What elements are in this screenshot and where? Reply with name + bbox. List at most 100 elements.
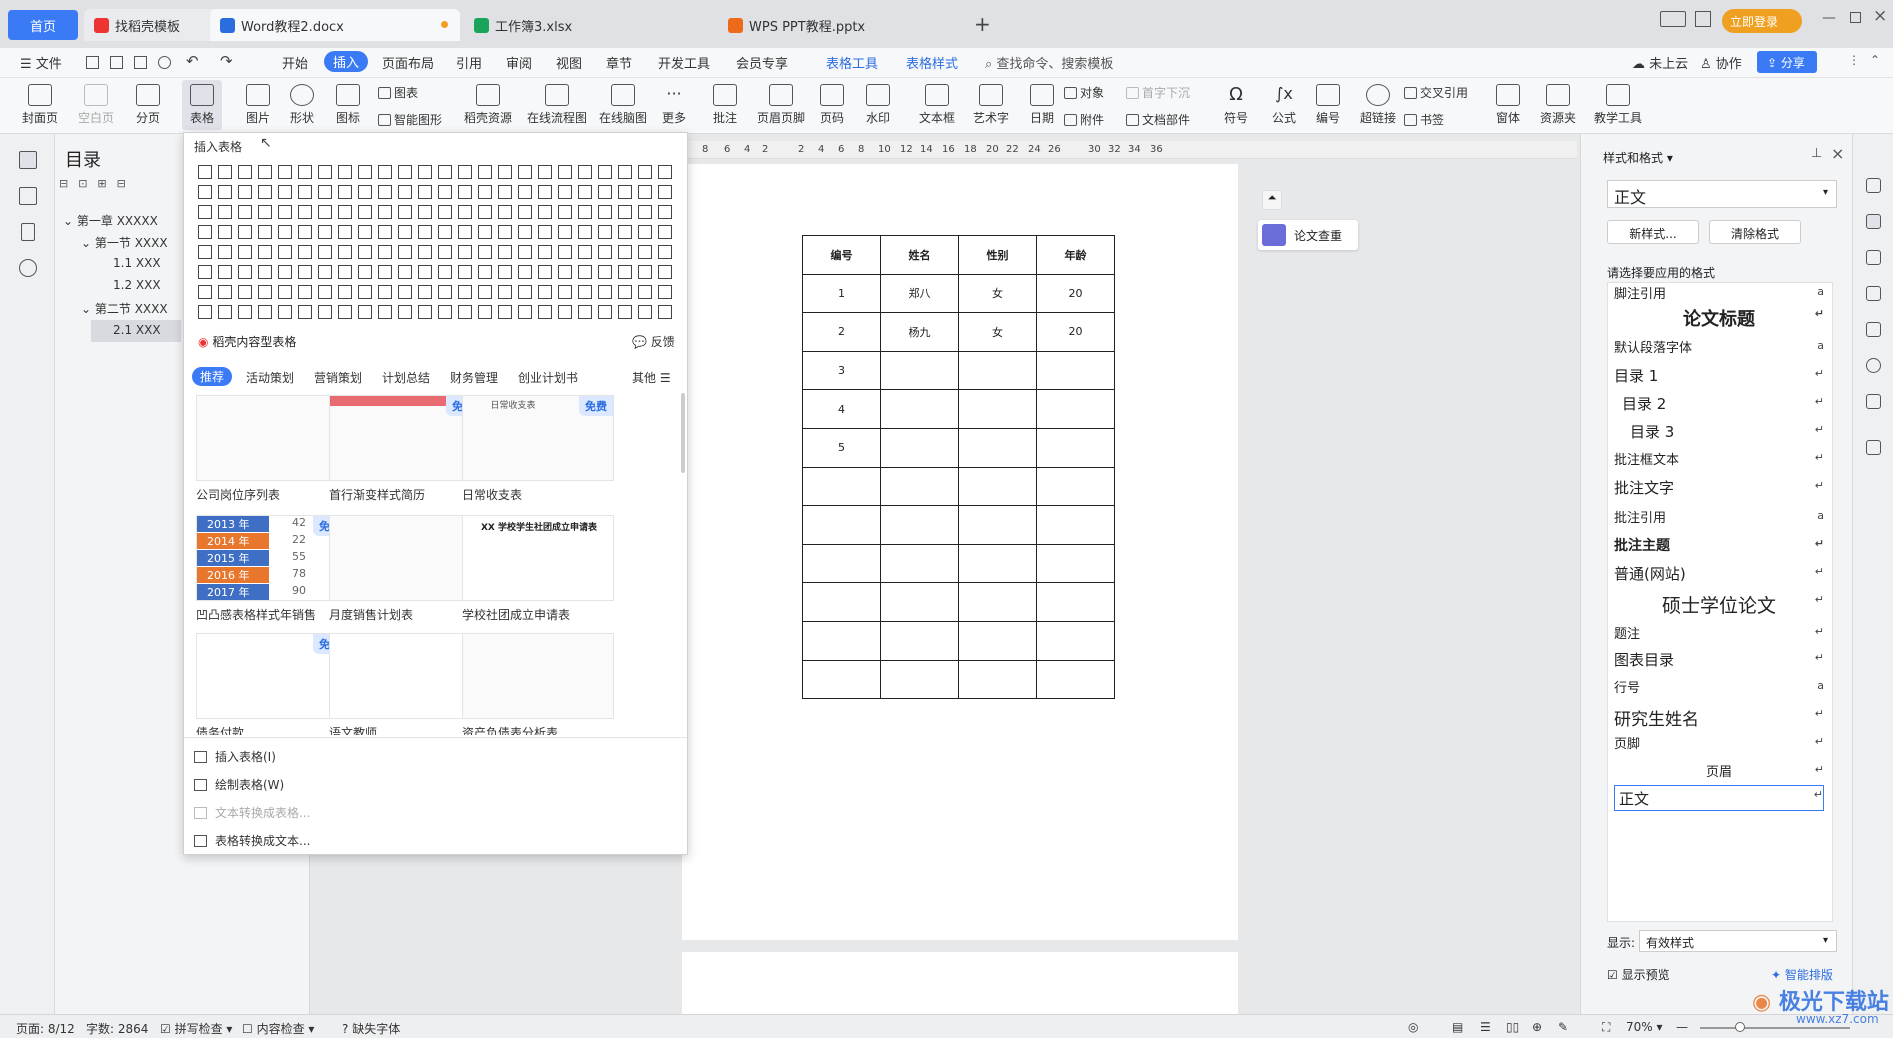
table-cell[interactable] [880,505,959,545]
grid-cell[interactable] [558,245,572,259]
adjust-icon[interactable] [1866,286,1881,301]
grid-cell[interactable] [218,185,232,199]
template-label[interactable]: 月度销售计划表 [329,606,413,623]
grid-cell[interactable] [258,185,272,199]
grid-cell[interactable] [278,205,292,219]
grid-cell[interactable] [498,225,512,239]
style-item[interactable]: 页脚 ↵ [1614,733,1824,759]
table-cell[interactable] [958,620,1037,661]
style-item[interactable]: 题注 ↵ [1614,623,1824,649]
grid-cell[interactable] [218,285,232,299]
grid-cell[interactable] [258,245,272,259]
grid-cell[interactable] [298,205,312,219]
new-tab-icon[interactable]: + [974,12,991,36]
zoom-slider-handle[interactable] [1735,1022,1745,1032]
grid-cell[interactable] [418,185,432,199]
flowchart-button[interactable]: 在线流程图 [526,84,588,126]
picture-button[interactable]: 图片 [240,84,276,126]
grid-cell[interactable] [458,265,472,279]
grid-cell[interactable] [478,225,492,239]
grid-cell[interactable] [398,285,412,299]
grid-cell[interactable] [618,265,632,279]
share-button[interactable]: ⇪ 分享 [1757,51,1817,73]
cat-finance[interactable]: 财务管理 [450,369,498,386]
grid-cell[interactable] [598,305,612,319]
toc-item[interactable]: ⌄ 第一章 XXXXX [63,212,158,229]
grid-cell[interactable] [558,265,572,279]
grid-cell[interactable] [198,265,212,279]
template-label[interactable]: 学校社团成立申请表 [462,606,570,623]
grid-cell[interactable] [418,285,432,299]
cat-recommend[interactable]: 推荐 [192,367,233,386]
table-cell[interactable] [1036,582,1115,622]
grid-cell[interactable] [338,165,352,179]
grid-cell[interactable] [658,225,672,239]
content-check[interactable]: ☐ 内容检查 ▾ [242,1020,314,1037]
textbox-button[interactable]: 文本框 [914,84,960,126]
table-cell[interactable]: 4 [802,389,881,429]
grid-cell[interactable] [478,185,492,199]
grid-cell[interactable] [638,265,652,279]
style-item[interactable]: 普通(网站) ↵ [1614,563,1824,589]
template-card[interactable]: 日常收支表 免费 [462,395,614,481]
attach-button[interactable]: 附件 [1064,111,1104,128]
grid-cell[interactable] [538,305,552,319]
template-label[interactable]: 语文教师 [329,724,377,735]
grid-cell[interactable] [318,225,332,239]
zoom-out-icon[interactable]: — [1676,1020,1688,1034]
grid-cell[interactable] [618,285,632,299]
maximize-icon[interactable] [1850,12,1861,23]
grid-apps-icon[interactable] [1695,11,1711,27]
grid-cell[interactable] [578,165,592,179]
table-cell[interactable]: 20 [1036,273,1115,314]
menu-table-tools[interactable]: 表格工具 [826,53,878,72]
nav-icon[interactable] [1866,358,1881,373]
grid-cell[interactable] [358,225,372,239]
table-cell[interactable] [880,350,959,391]
grid-cell[interactable] [538,265,552,279]
template-label[interactable]: 资产负债表分析表 [462,724,558,735]
grid-cell[interactable] [618,185,632,199]
grid-cell[interactable] [598,165,612,179]
grid-cell[interactable] [198,285,212,299]
template-card[interactable] [329,515,481,601]
grid-cell[interactable] [478,305,492,319]
grid-cell[interactable] [658,285,672,299]
popup-scrollbar[interactable] [681,393,685,473]
grid-cell[interactable] [258,265,272,279]
grid-cell[interactable] [298,285,312,299]
grid-cell[interactable] [458,305,472,319]
style-item[interactable]: 批注主题 ↵ [1614,535,1824,561]
grid-cell[interactable] [658,165,672,179]
blank-page-button[interactable]: 空白页 [74,84,118,126]
grid-cell[interactable] [518,285,532,299]
cat-other[interactable]: 其他 ☰ [632,369,671,386]
template-label[interactable]: 公司岗位序列表 [196,486,280,503]
header-footer-button[interactable]: 页眉页脚 [756,84,806,126]
outline-icon[interactable] [19,151,37,169]
grid-cell[interactable] [658,265,672,279]
grid-cell[interactable] [318,205,332,219]
page-view-icon[interactable]: ▤ [1452,1020,1463,1034]
grid-cell[interactable] [618,245,632,259]
grid-cell[interactable] [578,185,592,199]
grid-cell[interactable] [438,205,452,219]
template-label[interactable]: 日常收支表 [462,486,522,503]
grid-cell[interactable] [438,265,452,279]
grid-cell[interactable] [458,225,472,239]
insert-table-action[interactable]: 插入表格(I) [194,748,276,765]
grid-cell[interactable] [418,165,432,179]
style-item[interactable]: 研究生姓名 ↵ [1614,705,1824,731]
grid-cell[interactable] [218,305,232,319]
shape-button[interactable]: 形状 [284,84,320,126]
object-button[interactable]: 对象 [1064,84,1104,101]
grid-cell[interactable] [358,265,372,279]
style-item[interactable]: 默认段落字体 a [1614,337,1824,363]
table-cell[interactable] [802,543,881,584]
grid-cell[interactable] [378,305,392,319]
pin-icon[interactable]: ⊥ [1811,146,1822,161]
grid-cell[interactable] [238,185,252,199]
table-cell[interactable] [958,466,1037,507]
dropcap-button[interactable]: 首字下沉 [1126,84,1190,101]
table-cell[interactable] [1036,659,1115,700]
